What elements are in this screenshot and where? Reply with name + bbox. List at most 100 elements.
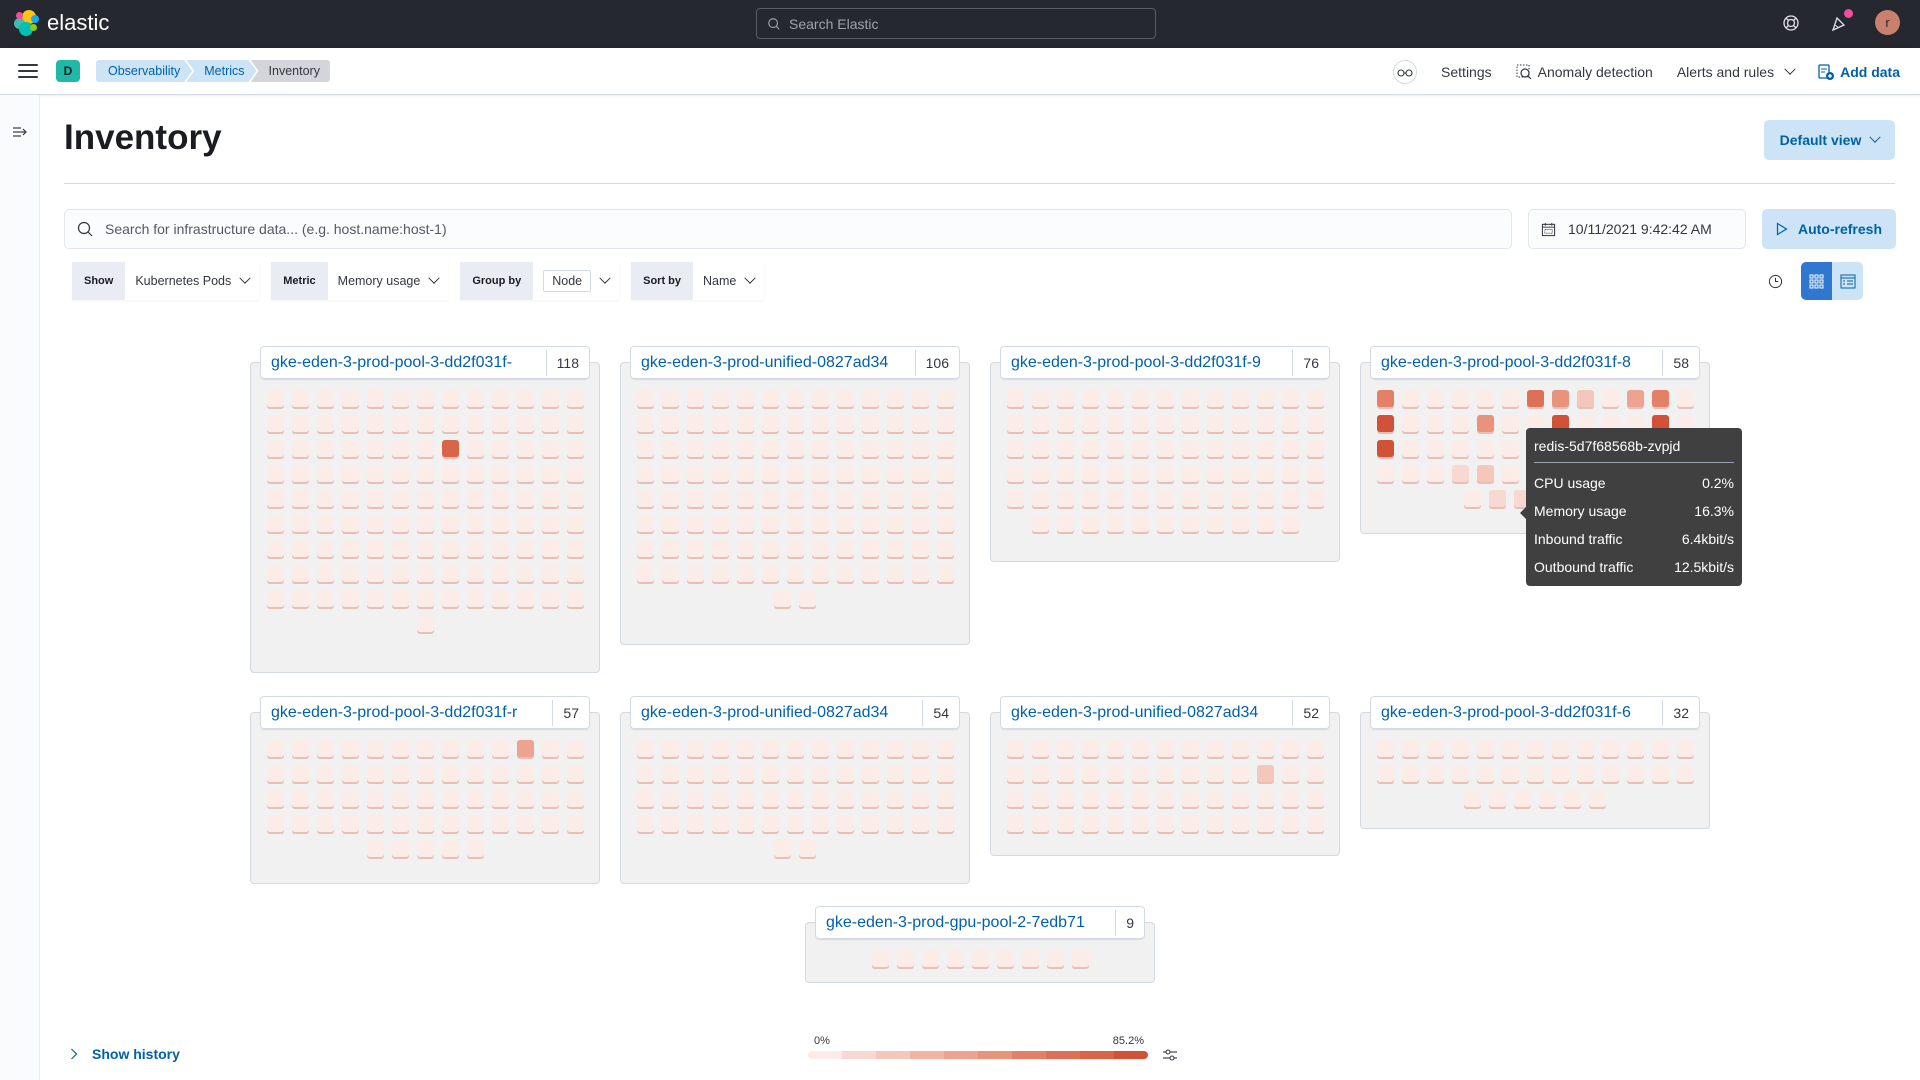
pod-cell[interactable]	[1006, 490, 1024, 507]
pod-cell[interactable]	[786, 415, 804, 432]
pod-cell[interactable]	[291, 590, 309, 607]
pod-cell[interactable]	[291, 390, 309, 407]
pod-cell[interactable]	[566, 590, 584, 607]
pod-cell[interactable]	[291, 790, 309, 807]
pod-cell[interactable]	[1539, 790, 1556, 807]
pod-cell[interactable]	[1576, 765, 1594, 782]
pod-cell[interactable]	[516, 765, 534, 782]
pod-cell[interactable]	[491, 590, 509, 607]
pod-cell[interactable]	[936, 390, 954, 407]
pod-cell[interactable]	[946, 950, 964, 967]
pod-cell[interactable]	[1489, 490, 1506, 507]
pod-cell[interactable]	[811, 765, 829, 782]
pod-cell[interactable]	[1081, 515, 1099, 532]
pod-cell[interactable]	[711, 390, 729, 407]
pod-cell[interactable]	[1306, 490, 1324, 507]
pod-cell[interactable]	[886, 415, 904, 432]
pod-cell[interactable]	[416, 540, 434, 557]
pod-cell[interactable]	[266, 790, 284, 807]
pod-cell[interactable]	[441, 740, 459, 757]
pod-cell[interactable]	[836, 440, 854, 457]
group-label[interactable]: gke-eden-3-prod-pool-3-dd2f031f-r 57	[260, 696, 590, 729]
pod-cell[interactable]	[886, 390, 904, 407]
pod-cell[interactable]	[936, 790, 954, 807]
pod-cell[interactable]	[516, 415, 534, 432]
pod-cell[interactable]	[1401, 740, 1419, 757]
pod-cell[interactable]	[1081, 415, 1099, 432]
pod-cell[interactable]	[1306, 765, 1324, 782]
pod-cell[interactable]	[736, 540, 754, 557]
pod-cell[interactable]	[936, 465, 954, 482]
pod-cell[interactable]	[441, 565, 459, 582]
pod-cell[interactable]	[936, 740, 954, 757]
pod-cell[interactable]	[316, 515, 334, 532]
pod-cell[interactable]	[861, 765, 879, 782]
pod-cell[interactable]	[491, 740, 509, 757]
date-picker[interactable]: 10/11/2021 9:42:42 AM	[1528, 209, 1746, 249]
pod-cell[interactable]	[736, 515, 754, 532]
pod-cell[interactable]	[491, 490, 509, 507]
pod-cell[interactable]	[541, 490, 559, 507]
pod-cell[interactable]	[1576, 390, 1594, 407]
pod-cell[interactable]	[366, 515, 384, 532]
pod-cell[interactable]	[636, 740, 654, 757]
pod-cell[interactable]	[886, 440, 904, 457]
pod-cell[interactable]	[516, 515, 534, 532]
pod-cell[interactable]	[316, 390, 334, 407]
pod-cell[interactable]	[1206, 415, 1224, 432]
pod-cell[interactable]	[1601, 765, 1619, 782]
pod-cell[interactable]	[366, 765, 384, 782]
pod-cell[interactable]	[1106, 740, 1124, 757]
pod-cell[interactable]	[711, 465, 729, 482]
pod-cell[interactable]	[1651, 390, 1669, 407]
pod-cell[interactable]	[1131, 490, 1149, 507]
pod-cell[interactable]	[1181, 490, 1199, 507]
pod-cell[interactable]	[1231, 740, 1249, 757]
pod-cell[interactable]	[1501, 415, 1519, 432]
pod-cell[interactable]	[1106, 790, 1124, 807]
pod-cell[interactable]	[1156, 765, 1174, 782]
pod-cell[interactable]	[316, 815, 334, 832]
pod-cell[interactable]	[416, 490, 434, 507]
pod-cell[interactable]	[1601, 740, 1619, 757]
pod-cell[interactable]	[1056, 815, 1074, 832]
pod-cell[interactable]	[1231, 765, 1249, 782]
pod-cell[interactable]	[1156, 740, 1174, 757]
pod-cell[interactable]	[636, 790, 654, 807]
pod-cell[interactable]	[1306, 440, 1324, 457]
pod-cell[interactable]	[786, 740, 804, 757]
pod-cell[interactable]	[1231, 440, 1249, 457]
pod-cell[interactable]	[786, 790, 804, 807]
pod-cell[interactable]	[636, 765, 654, 782]
pod-cell[interactable]	[566, 790, 584, 807]
pod-cell[interactable]	[1451, 415, 1469, 432]
pod-cell[interactable]	[911, 540, 929, 557]
pod-cell[interactable]	[921, 950, 939, 967]
pod-cell[interactable]	[366, 790, 384, 807]
pod-cell[interactable]	[1256, 415, 1274, 432]
pod-cell[interactable]	[541, 590, 559, 607]
pod-cell[interactable]	[1206, 740, 1224, 757]
pod-cell[interactable]	[861, 565, 879, 582]
pod-cell[interactable]	[566, 815, 584, 832]
pod-cell[interactable]	[1006, 415, 1024, 432]
pod-cell[interactable]	[1131, 515, 1149, 532]
group-name[interactable]: gke-eden-3-prod-unified-0827ad34	[1001, 704, 1292, 722]
pod-cell[interactable]	[1576, 740, 1594, 757]
pod-cell[interactable]	[871, 950, 889, 967]
pod-cell[interactable]	[1231, 515, 1249, 532]
pod-cell[interactable]	[1501, 740, 1519, 757]
pod-cell[interactable]	[1131, 440, 1149, 457]
pod-cell[interactable]	[441, 415, 459, 432]
pod-cell[interactable]	[341, 740, 359, 757]
pod-cell[interactable]	[1156, 815, 1174, 832]
pod-cell[interactable]	[466, 740, 484, 757]
group-name[interactable]: gke-eden-3-prod-pool-3-dd2f031f-	[261, 354, 546, 372]
pod-cell[interactable]	[886, 765, 904, 782]
group-name[interactable]: gke-eden-3-prod-pool-3-dd2f031f-6	[1371, 704, 1662, 722]
pod-cell[interactable]	[799, 590, 816, 607]
pod-cell[interactable]	[1426, 390, 1444, 407]
show-history-toggle[interactable]: Show history	[70, 1046, 180, 1062]
pod-cell[interactable]	[996, 950, 1014, 967]
pod-cell[interactable]	[1281, 465, 1299, 482]
